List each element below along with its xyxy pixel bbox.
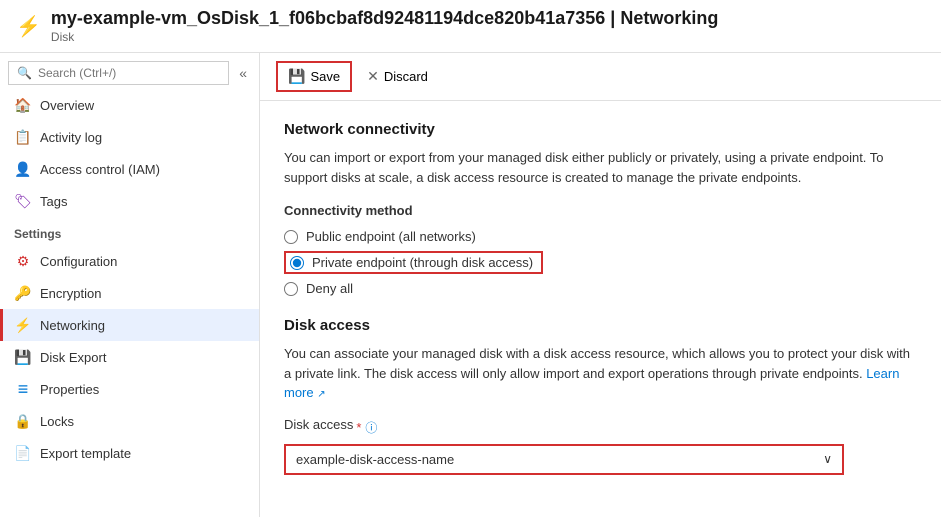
configuration-icon: ⚙ (14, 252, 32, 270)
radio-private-highlighted[interactable]: Private endpoint (through disk access) (284, 251, 543, 274)
save-button[interactable]: 💾 Save (276, 61, 352, 92)
body-container: 🔍 « 🏠 Overview 📋 Activity log 👤 Access c… (0, 53, 941, 517)
radio-deny-label: Deny all (306, 281, 353, 296)
radio-private-label: Private endpoint (through disk access) (312, 255, 533, 270)
encryption-icon: 🔑 (14, 284, 32, 302)
sidebar-item-tags[interactable]: 🏷 Tags (0, 185, 259, 217)
radio-public-label: Public endpoint (all networks) (306, 229, 476, 244)
sidebar-item-label: Locks (40, 414, 74, 429)
access-control-icon: 👤 (14, 160, 32, 178)
main-content: 💾 Save ✕ Discard Network connectivity Yo… (260, 53, 941, 517)
sidebar-item-label: Properties (40, 382, 99, 397)
page-subtitle: Disk (51, 30, 718, 44)
connectivity-radio-group: Public endpoint (all networks) Private e… (284, 226, 917, 299)
sidebar-item-label: Tags (40, 194, 67, 209)
sidebar-item-locks[interactable]: 🔒 Locks (0, 405, 259, 437)
properties-icon: ≡ (14, 380, 32, 398)
sidebar-item-access-control[interactable]: 👤 Access control (IAM) (0, 153, 259, 185)
sidebar-item-overview[interactable]: 🏠 Overview (0, 89, 259, 121)
disk-access-description: You can associate your managed disk with… (284, 344, 917, 403)
export-template-icon: 📄 (14, 444, 32, 462)
tags-icon: 🏷 (14, 192, 32, 210)
radio-public[interactable]: Public endpoint (all networks) (284, 226, 917, 247)
locks-icon: 🔒 (14, 412, 32, 430)
sidebar-item-export-template[interactable]: 📄 Export template (0, 437, 259, 469)
discard-icon: ✕ (367, 68, 379, 85)
sidebar-item-properties[interactable]: ≡ Properties (0, 373, 259, 405)
info-icon[interactable]: ⓘ (365, 419, 377, 436)
sidebar-item-label: Encryption (40, 286, 101, 301)
disk-access-field-label: Disk access (284, 417, 353, 432)
search-input[interactable] (38, 66, 220, 80)
toolbar: 💾 Save ✕ Discard (260, 53, 941, 101)
dropdown-value: example-disk-access-name (296, 452, 454, 467)
disk-access-section: Disk access You can associate your manag… (284, 317, 917, 475)
sidebar-item-networking[interactable]: ⚡ Networking (0, 309, 259, 341)
networking-icon: ⚡ (14, 316, 32, 334)
sidebar-item-encryption[interactable]: 🔑 Encryption (0, 277, 259, 309)
connectivity-label: Connectivity method (284, 203, 917, 218)
content-area: Network connectivity You can import or e… (260, 101, 941, 495)
discard-button[interactable]: ✕ Discard (356, 62, 439, 91)
disk-icon: ⚡ (16, 14, 41, 39)
collapse-button[interactable]: « (235, 65, 251, 81)
disk-access-title: Disk access (284, 317, 917, 334)
sidebar-item-label: Activity log (40, 130, 102, 145)
sidebar: 🔍 « 🏠 Overview 📋 Activity log 👤 Access c… (0, 53, 260, 517)
radio-private-input[interactable] (290, 256, 304, 270)
external-link-icon: ↗ (317, 389, 325, 400)
activity-log-icon: 📋 (14, 128, 32, 146)
radio-public-input[interactable] (284, 230, 298, 244)
search-box[interactable]: 🔍 (8, 61, 229, 85)
sidebar-item-label: Access control (IAM) (40, 162, 160, 177)
page-title: my-example-vm_OsDisk_1_f06bcbaf8d9248119… (51, 8, 718, 29)
search-icon: 🔍 (17, 66, 32, 80)
sidebar-item-label: Disk Export (40, 350, 106, 365)
page-header: ⚡ my-example-vm_OsDisk_1_f06bcbaf8d92481… (0, 0, 941, 53)
save-icon: 💾 (288, 68, 305, 85)
disk-access-dropdown[interactable]: example-disk-access-name ∨ (284, 444, 844, 475)
overview-icon: 🏠 (14, 96, 32, 114)
network-section: Network connectivity You can import or e… (284, 121, 917, 299)
sidebar-item-disk-export[interactable]: 💾 Disk Export (0, 341, 259, 373)
sidebar-item-label: Overview (40, 98, 94, 113)
sidebar-item-label: Export template (40, 446, 131, 461)
required-marker: * (356, 420, 361, 435)
network-description: You can import or export from your manag… (284, 148, 917, 187)
sidebar-item-label: Networking (40, 318, 105, 333)
disk-export-icon: 💾 (14, 348, 32, 366)
radio-deny-input[interactable] (284, 282, 298, 296)
sidebar-item-label: Configuration (40, 254, 117, 269)
dropdown-arrow-icon: ∨ (823, 452, 832, 466)
sidebar-item-configuration[interactable]: ⚙ Configuration (0, 245, 259, 277)
sidebar-item-activity-log[interactable]: 📋 Activity log (0, 121, 259, 153)
radio-deny[interactable]: Deny all (284, 278, 917, 299)
network-section-title: Network connectivity (284, 121, 917, 138)
settings-section-label: Settings (0, 217, 259, 245)
